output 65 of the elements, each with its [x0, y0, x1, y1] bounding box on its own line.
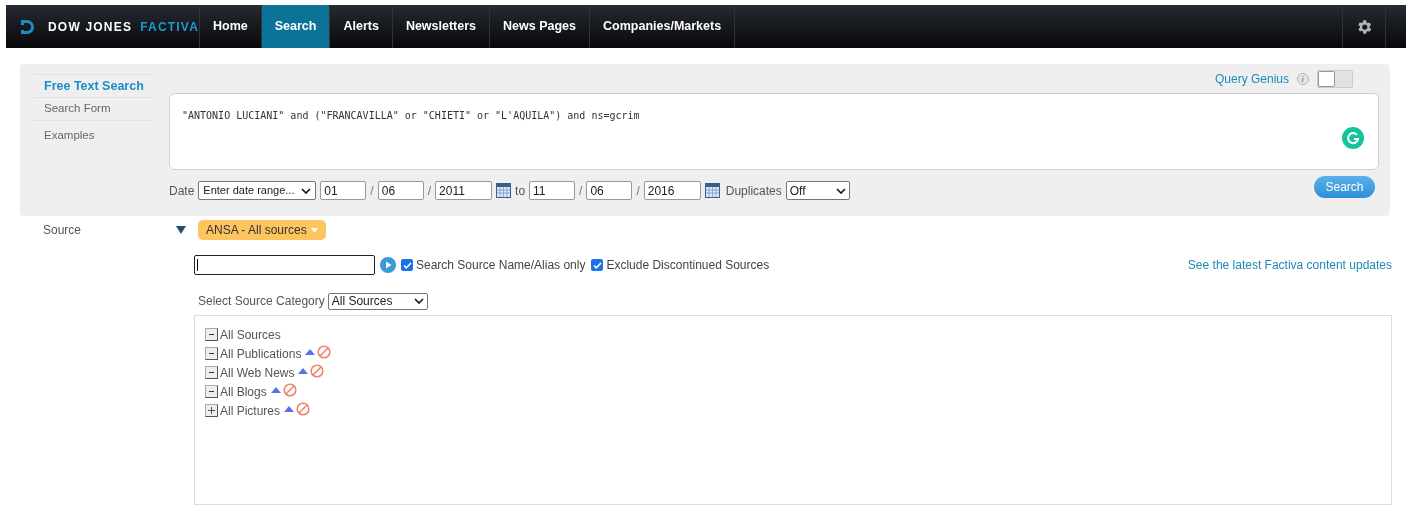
nav-tab[interactable]: Companies/Markets [589, 5, 736, 48]
dropdown-icon [310, 227, 318, 233]
include-icon[interactable] [270, 387, 281, 393]
calendar-icon[interactable] [496, 183, 512, 198]
include-icon[interactable] [284, 406, 295, 412]
query-genius-label: Query Genius [1214, 70, 1289, 88]
start-date-field[interactable]: 2011 [435, 181, 493, 200]
end-date-field[interactable]: 11 [529, 181, 576, 200]
source-chip[interactable]: ANSA - All sources [198, 220, 326, 240]
search-mode-tab[interactable]: Search Form [34, 97, 154, 120]
collapse-toggle[interactable] [205, 328, 218, 341]
start-date-field[interactable]: 01 [320, 181, 367, 200]
tree-item-label[interactable]: All Web News [220, 363, 295, 382]
date-separator: / [636, 182, 640, 200]
include-icon[interactable] [298, 368, 309, 374]
include-icon[interactable] [305, 349, 316, 355]
exclude-icon[interactable] [282, 383, 297, 397]
calendar-icon[interactable] [704, 183, 720, 198]
tree-item-label[interactable]: All Sources [220, 325, 281, 344]
nav-tab[interactable]: Home [199, 5, 261, 48]
checkbox-label: Exclude Discontinued Sources [606, 257, 770, 274]
tree-item-label[interactable]: All Pictures [220, 401, 281, 420]
collapse-icon[interactable] [176, 226, 186, 234]
content-updates-link[interactable]: See the latest Factiva content updates [1187, 256, 1392, 274]
source-category-label: Select Source Category [198, 293, 325, 310]
play-icon[interactable] [380, 257, 396, 273]
checkbox-label: Search Source Name/Alias only [416, 257, 586, 274]
nav-tab[interactable]: Newsletters [391, 5, 490, 48]
collapse-toggle[interactable] [205, 385, 218, 398]
search-mode-tab[interactable]: Examples [34, 120, 154, 150]
date-separator: / [427, 182, 432, 200]
duplicates-select[interactable]: Off [785, 181, 850, 200]
collapse-toggle[interactable] [205, 347, 218, 360]
logo-icon [20, 18, 34, 35]
tree-item-label[interactable]: All Blogs [220, 382, 267, 401]
date-separator: / [370, 182, 374, 200]
exclude-icon[interactable] [310, 364, 325, 378]
exclude-icon[interactable] [317, 345, 332, 359]
tree-item-label[interactable]: All Publications [220, 344, 302, 363]
collapse-toggle[interactable] [205, 366, 218, 379]
to-label: to [515, 182, 526, 200]
exclude-icon[interactable] [296, 402, 311, 416]
checkbox[interactable] [591, 259, 604, 271]
caret-icon [413, 298, 424, 304]
caret-icon [301, 187, 312, 194]
duplicates-label: Duplicates [725, 182, 782, 200]
date-label: Date [169, 182, 195, 200]
query-field[interactable]: "ANTONIO LUCIANI" and ("FRANCAVILLA" or "CHIETI" or "L'AQUILA") and ns=gcrim [169, 93, 1379, 170]
end-date-field[interactable]: 06 [586, 181, 633, 200]
source-label: Source [43, 222, 83, 239]
source-filter-field[interactable] [194, 255, 375, 275]
nav-tab[interactable]: Alerts [329, 5, 392, 48]
brand-name: DOW JONES [48, 18, 133, 36]
date-separator: / [579, 182, 583, 200]
source-category-select[interactable]: All Sources [327, 292, 428, 310]
caret-icon [835, 187, 846, 194]
nav-tab[interactable]: News Pages [489, 5, 590, 48]
date-range-select[interactable]: Enter date range... [198, 181, 317, 200]
product-name: FACTIVA [140, 18, 199, 36]
end-date-field[interactable]: 2016 [643, 181, 701, 200]
nav-tab[interactable]: Search [260, 5, 330, 48]
checkbox[interactable] [401, 259, 413, 271]
start-date-field[interactable]: 06 [377, 181, 424, 200]
query-genius-toggle[interactable] [1317, 69, 1353, 88]
expand-toggle[interactable] [205, 404, 218, 417]
